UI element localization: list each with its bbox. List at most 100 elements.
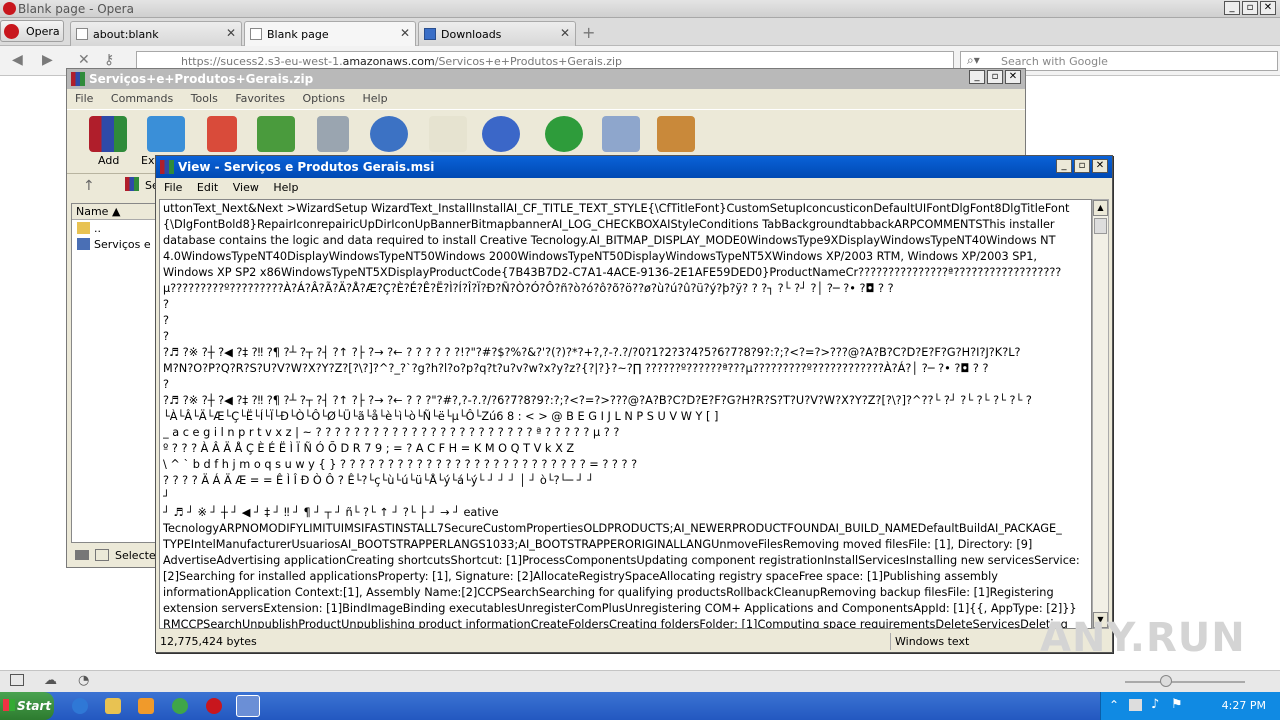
list-item-label: Serviços e Pr — [94, 238, 158, 251]
menu-help[interactable]: Help — [362, 92, 387, 105]
maximize-button[interactable]: ▫ — [1074, 159, 1090, 173]
zoom-slider-handle[interactable] — [1160, 675, 1172, 687]
tab-close-icon[interactable]: ✕ — [400, 26, 410, 40]
tab-label: Downloads — [441, 28, 502, 41]
tab-close-icon[interactable]: ✕ — [560, 26, 570, 40]
close-button[interactable]: ✕ — [1260, 1, 1276, 15]
media-player-icon[interactable] — [138, 698, 154, 714]
opera-menu-button[interactable]: Opera — [0, 20, 64, 42]
text-line: TecnologyARPNOMODIFYLIMITUIMSIFASTINSTAL… — [163, 522, 1062, 535]
zoom-slider[interactable] — [1125, 681, 1245, 683]
address-domain: amazonaws.com — [342, 55, 435, 68]
sfx-box-icon[interactable] — [657, 116, 695, 152]
text-line: Windows XP SP2 x86WindowsTypeNT5XDisplay… — [163, 266, 1062, 279]
network-icon[interactable] — [1129, 699, 1142, 711]
virus-scan-icon[interactable] — [545, 116, 583, 152]
viewer-status-bar: 12,775,424 bytes Windows text — [156, 632, 1112, 652]
taskbar: Start ⌃ ♪ ⚑ 4:27 PM — [0, 692, 1280, 720]
menu-options[interactable]: Options — [303, 92, 345, 105]
clock[interactable]: 4:27 PM — [1222, 699, 1266, 712]
view-book-icon[interactable] — [257, 116, 295, 152]
maximize-button[interactable]: ▫ — [1242, 1, 1258, 15]
text-line: ? ? ? ? Ä Á Ä Æ = = Ê Ì Î Ð Ò Ô ? Ê└?└ç└… — [163, 474, 594, 487]
menu-commands[interactable]: Commands — [111, 92, 173, 105]
status-text: Selected — [115, 549, 159, 562]
internet-explorer-icon[interactable] — [72, 698, 88, 714]
tab-close-icon[interactable]: ✕ — [226, 26, 236, 40]
opera-status-bar: ☁ ◔ — [0, 670, 1280, 692]
text-line: └À└Â└Ä└Æ└Ç└Ë└Í└Ï└Ð└Ò└Ô└Ø└Ü└ã└å└è└ì└ò└Ñ└ë… — [163, 410, 719, 423]
file-size: 12,775,424 bytes — [160, 635, 257, 648]
text-line: _ a c e g i l n p r t v x z | ~ ? ? ? ? … — [163, 426, 620, 439]
tab-label: Blank page — [267, 28, 329, 41]
winrar-taskbar-icon[interactable] — [236, 695, 260, 717]
list-item[interactable]: .. — [72, 220, 158, 236]
menu-edit[interactable]: Edit — [197, 181, 218, 194]
stop-icon[interactable]: ✕ — [78, 52, 90, 68]
minimize-button[interactable]: _ — [969, 70, 985, 84]
tab-label: about:blank — [93, 28, 159, 41]
text-line: º ? ? ? À Â Ä Å Ç È É Ë Ì Ï Ñ Ó Õ D R 7 … — [163, 442, 575, 455]
tab-about-blank[interactable]: about:blank ✕ — [70, 21, 242, 46]
test-clipboard-icon[interactable] — [207, 116, 237, 152]
opera-menu-label: Opera — [26, 25, 60, 38]
list-item[interactable]: Serviços e Pr — [72, 236, 158, 252]
menu-help[interactable]: Help — [273, 181, 298, 194]
start-label: Start — [17, 699, 52, 713]
anyrun-watermark: ANY.RUN — [1040, 615, 1246, 661]
panel-toggle-icon[interactable] — [10, 674, 24, 686]
menu-file[interactable]: File — [75, 92, 93, 105]
text-line: [2]Searching for installed applicationsP… — [163, 570, 998, 583]
text-line: µ?????????º?????????À?Á?Â?Ã?Ä?Å?Æ?Ç?È?É?… — [163, 282, 894, 295]
address-prefix: https://sucess2.s3-eu-west-1. — [181, 55, 343, 68]
volume-icon[interactable]: ♪ — [1151, 697, 1159, 712]
menu-tools[interactable]: Tools — [191, 92, 218, 105]
text-line: extension serversExtension: [1]BindImage… — [163, 602, 1077, 615]
column-header-name[interactable]: Name ▲ — [72, 204, 158, 220]
chrome-icon[interactable] — [172, 698, 188, 714]
vertical-scrollbar[interactable]: ▲ ▼ — [1092, 199, 1109, 629]
wizard-wand-icon[interactable] — [429, 116, 467, 152]
close-button[interactable]: ✕ — [1005, 70, 1021, 84]
minimize-button[interactable]: _ — [1224, 1, 1240, 15]
key-icon — [95, 549, 109, 561]
back-arrow-icon[interactable]: ◀ — [12, 52, 23, 68]
viewer-menu-bar: File Edit View Help — [156, 178, 1112, 198]
key-icon[interactable]: ⚷ — [104, 52, 114, 68]
tab-downloads[interactable]: Downloads ✕ — [418, 21, 576, 46]
forward-arrow-icon[interactable]: ▶ — [42, 52, 53, 68]
tray-expand-icon[interactable]: ⌃ — [1109, 698, 1119, 712]
speed-dial-icon[interactable]: ◔ — [78, 673, 89, 688]
new-tab-plus-icon[interactable]: + — [582, 23, 595, 42]
menu-view[interactable]: View — [233, 181, 259, 194]
find-magnifier-icon[interactable] — [370, 116, 408, 152]
explorer-folder-icon[interactable] — [105, 698, 121, 714]
flag-icon[interactable]: ⚑ — [1171, 697, 1183, 712]
page-icon — [76, 28, 88, 40]
winrar-menu-bar: File Commands Tools Favorites Options He… — [67, 89, 1025, 109]
scroll-thumb[interactable] — [1094, 218, 1107, 234]
info-icon[interactable] — [482, 116, 520, 152]
comment-icon[interactable] — [602, 116, 640, 152]
text-line: ?♬ ?※ ?┼ ?◀ ?‡ ?‼ ?¶ ?┴ ?┬ ?┤ ?↑ ?├ ?→ ?… — [163, 394, 1032, 407]
search-placeholder: Search with Google — [1001, 55, 1108, 68]
cloud-icon[interactable]: ☁ — [44, 673, 57, 688]
minimize-button[interactable]: _ — [1056, 159, 1072, 173]
delete-trash-icon[interactable] — [317, 116, 349, 152]
start-button[interactable]: Start — [0, 692, 54, 720]
maximize-button[interactable]: ▫ — [987, 70, 1003, 84]
file-content-text[interactable]: uttonText_Next&Next >WizardSetup WizardT… — [159, 199, 1092, 629]
winrar-title: Serviços+e+Produtos+Gerais.zip — [89, 72, 314, 86]
scroll-up-icon[interactable]: ▲ — [1093, 200, 1108, 216]
extract-folder-icon[interactable] — [147, 116, 185, 152]
close-button[interactable]: ✕ — [1092, 159, 1108, 173]
winrar-title-bar: Serviços+e+Produtos+Gerais.zip _ ▫ ✕ — [67, 69, 1025, 89]
add-archive-icon[interactable] — [89, 116, 127, 152]
winrar-status-bar: Selected — [71, 547, 159, 565]
opera-taskbar-icon[interactable] — [206, 698, 222, 714]
up-arrow-icon[interactable]: ↑ — [83, 178, 95, 194]
menu-file[interactable]: File — [164, 181, 182, 194]
tab-blank-page[interactable]: Blank page ✕ — [244, 21, 416, 46]
menu-favorites[interactable]: Favorites — [235, 92, 285, 105]
text-line: \ ^ ` b d f h j m o q s u w y { } ? ? ? … — [163, 458, 638, 471]
